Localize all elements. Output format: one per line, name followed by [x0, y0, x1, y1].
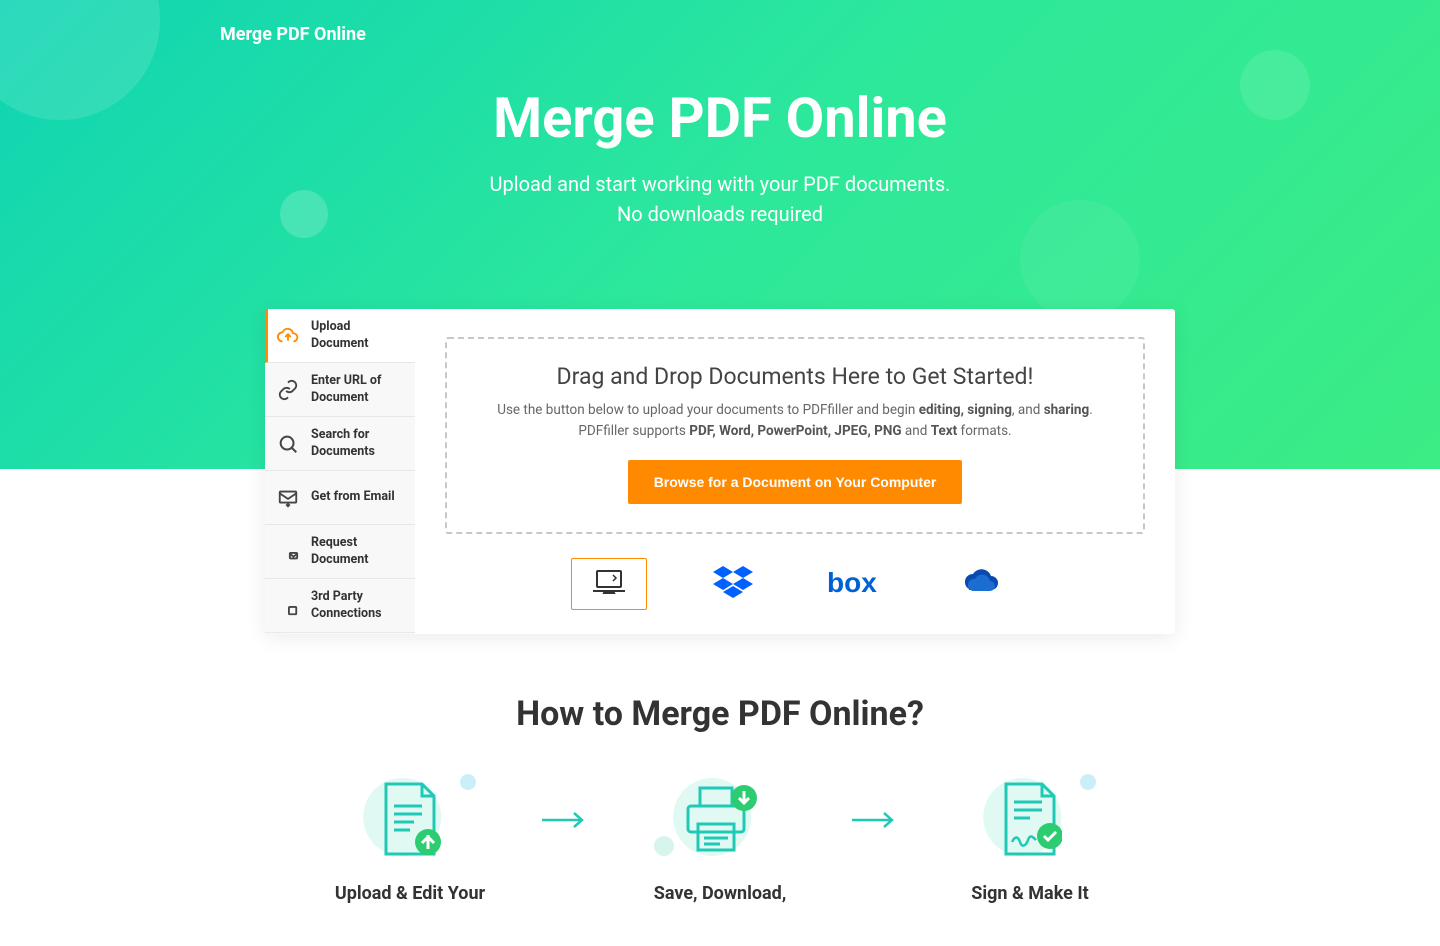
source-selector: box — [445, 558, 1145, 610]
step-title: Sign & Make It — [930, 882, 1130, 906]
tab-request-document[interactable]: Request Document — [265, 525, 415, 579]
source-onedrive[interactable] — [943, 558, 1019, 610]
dropzone-description: Use the button below to upload your docu… — [467, 400, 1123, 442]
tab-label: Request Document — [311, 535, 403, 568]
tab-label: Search for Documents — [311, 427, 403, 460]
svg-text:box: box — [827, 567, 877, 598]
decor-bubble — [1240, 50, 1310, 120]
tab-upload-document[interactable]: Upload Document — [265, 309, 415, 363]
dropzone[interactable]: Drag and Drop Documents Here to Get Star… — [445, 337, 1145, 534]
connections-icon — [277, 595, 299, 617]
decor-bubble — [280, 190, 328, 238]
tab-label: 3rd Party Connections — [311, 589, 403, 622]
email-icon — [277, 487, 299, 509]
step-title: Save, Download, — [620, 882, 820, 906]
upload-tabs-sidebar: Upload Document Enter URL of Document Se… — [265, 309, 415, 634]
page-title: Merge PDF Online — [0, 85, 1440, 151]
how-title: How to Merge PDF Online? — [0, 694, 1440, 734]
dropbox-icon — [713, 564, 753, 604]
how-section: How to Merge PDF Online? Upload & Edit Y… — [0, 694, 1440, 946]
arrow-icon — [540, 810, 590, 834]
source-dropbox[interactable] — [695, 558, 771, 610]
arrow-icon — [850, 810, 900, 834]
tab-get-from-email[interactable]: Get from Email — [265, 471, 415, 525]
request-icon — [277, 541, 299, 563]
step-save-download: Save, Download, — [620, 774, 820, 906]
source-box[interactable]: box — [819, 558, 895, 610]
laptop-icon — [591, 567, 627, 601]
tab-search-documents[interactable]: Search for Documents — [265, 417, 415, 471]
page-subtitle: Upload and start working with your PDF d… — [0, 169, 1440, 229]
step-title: Upload & Edit Your — [310, 882, 510, 906]
upload-document-icon — [310, 774, 510, 864]
upload-card: Upload Document Enter URL of Document Se… — [265, 309, 1175, 634]
step-sign: Sign & Make It — [930, 774, 1130, 906]
decor-bubble — [1020, 200, 1140, 320]
upload-main-panel: Drag and Drop Documents Here to Get Star… — [415, 309, 1175, 634]
brand-title: Merge PDF Online — [0, 0, 1440, 45]
tab-3rd-party[interactable]: 3rd Party Connections — [265, 579, 415, 633]
steps-row: Upload & Edit Your Save, Download, Sign … — [220, 774, 1220, 906]
subtitle-line: Upload and start working with your PDF d… — [0, 169, 1440, 199]
source-computer[interactable] — [571, 558, 647, 610]
printer-icon — [620, 774, 820, 864]
browse-button[interactable]: Browse for a Document on Your Computer — [628, 460, 963, 504]
cloud-upload-icon — [277, 325, 299, 347]
step-upload-edit: Upload & Edit Your — [310, 774, 510, 906]
sign-document-icon — [930, 774, 1130, 864]
link-icon — [277, 379, 299, 401]
tab-label: Upload Document — [311, 319, 403, 352]
dropzone-title: Drag and Drop Documents Here to Get Star… — [467, 363, 1123, 390]
onedrive-icon — [959, 567, 1003, 601]
search-icon — [277, 433, 299, 455]
tab-label: Enter URL of Document — [311, 373, 403, 406]
subtitle-line: No downloads required — [0, 199, 1440, 229]
tab-label: Get from Email — [311, 489, 395, 505]
tab-enter-url[interactable]: Enter URL of Document — [265, 363, 415, 417]
box-icon: box — [827, 566, 887, 602]
